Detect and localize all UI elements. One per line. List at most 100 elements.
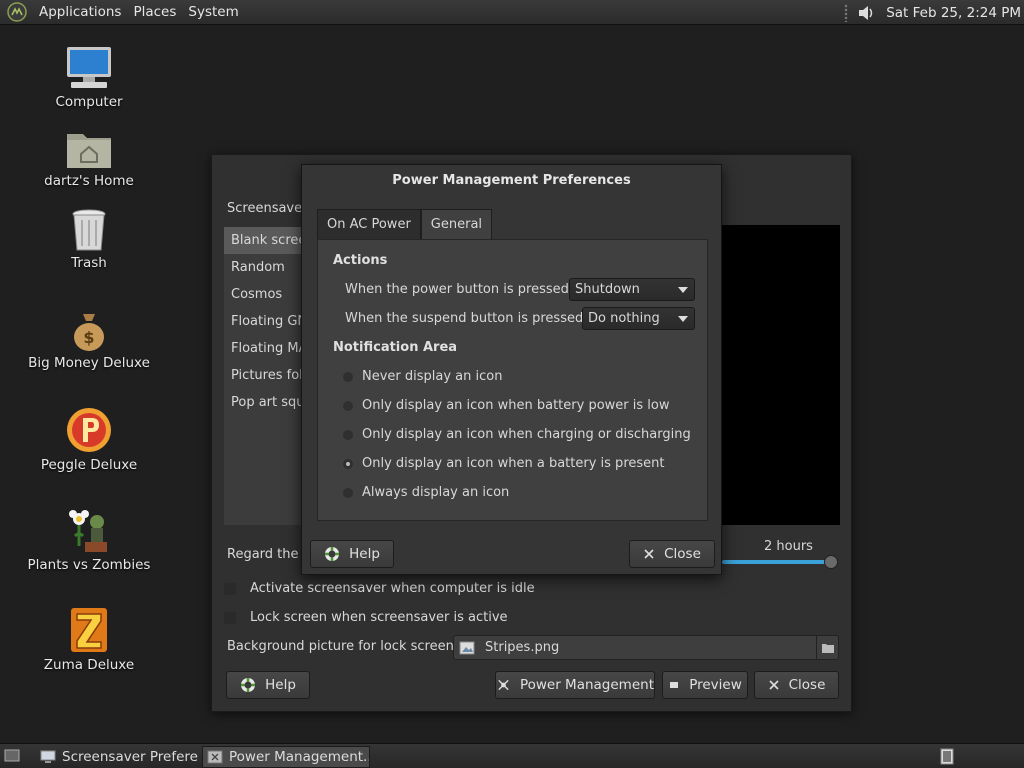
power-button-action-select[interactable]: Shutdown <box>569 278 695 301</box>
checkbox-box[interactable] <box>224 582 236 595</box>
suspend-button-action-select[interactable]: Do nothing <box>582 307 695 330</box>
screensaver-close-button[interactable]: Close <box>754 671 839 699</box>
radio-label: Always display an icon <box>362 485 510 500</box>
power-management-button[interactable]: Power Management <box>495 671 655 699</box>
notification-option-battery-present[interactable]: Only display an icon when a battery is p… <box>343 456 664 471</box>
dialog-title: Power Management Preferences <box>392 173 631 188</box>
top-panel: Applications Places System Sat Feb 25, 2… <box>0 0 1024 25</box>
mate-logo-icon[interactable] <box>7 2 27 22</box>
power-management-dialog: Power Management Preferences On AC Power… <box>301 164 722 575</box>
background-picture-chooser[interactable]: Stripes.png <box>453 635 839 660</box>
notification-option-never[interactable]: Never display an icon <box>343 369 502 384</box>
screensaver-help-button[interactable]: Help <box>226 671 310 699</box>
help-lifebuoy-icon <box>325 547 340 561</box>
background-picture-label: Background picture for lock screen: <box>227 639 459 654</box>
dropdown-arrow-icon <box>678 316 688 322</box>
desktop-icon-label: Computer <box>55 94 123 110</box>
open-file-button[interactable] <box>816 636 838 659</box>
button-label: Power Management <box>519 677 654 693</box>
theme-item[interactable]: Cosmos <box>224 281 304 308</box>
close-icon <box>644 549 654 559</box>
theme-item[interactable]: Floating GNOME <box>224 308 304 335</box>
plants-vs-zombies-icon <box>69 510 107 552</box>
money-bag-icon: $ <box>74 314 104 351</box>
task-label: Power Management... <box>229 749 370 765</box>
desktop-icon-plants-vs-zombies[interactable]: Plants vs Zombies <box>19 506 159 573</box>
dropdown-arrow-icon <box>678 287 688 293</box>
suspend-button-label: When the suspend button is pressed: <box>345 311 588 326</box>
radio-button[interactable] <box>343 371 353 382</box>
idle-delay-slider[interactable] <box>722 560 832 564</box>
bottom-panel: Screensaver Prefere... Power Management.… <box>0 743 1024 768</box>
task-power-management[interactable]: Power Management... <box>202 746 370 768</box>
preview-button[interactable]: Preview <box>662 671 748 699</box>
idle-delay-slider-handle[interactable] <box>824 555 838 569</box>
radio-label: Never display an icon <box>362 369 503 384</box>
svg-text:$: $ <box>83 328 94 347</box>
notification-option-always[interactable]: Always display an icon <box>343 485 509 500</box>
theme-item[interactable]: Pictures folder <box>224 362 304 389</box>
power-settings-icon <box>207 750 223 764</box>
theme-item[interactable]: Random <box>224 254 304 281</box>
desktop-icon-label: Big Money Deluxe <box>28 355 150 371</box>
screensaver-theme-list[interactable]: Blank screen Random Cosmos Floating GNOM… <box>224 227 304 525</box>
button-label: Close <box>664 546 701 562</box>
checkbox-label: Activate screensaver when computer is id… <box>250 581 535 596</box>
theme-item[interactable]: Pop art squares <box>224 389 304 416</box>
general-tab-panel: Actions When the power button is pressed… <box>317 239 708 521</box>
desktop-icon-label: dartz's Home <box>44 173 134 189</box>
task-screensaver-preferences[interactable]: Screensaver Prefere... <box>36 746 198 768</box>
select-value: Shutdown <box>575 282 640 297</box>
button-label: Help <box>265 677 296 693</box>
radio-label: Only display an icon when battery power … <box>362 398 670 413</box>
background-file-name: Stripes.png <box>485 640 560 655</box>
power-close-button[interactable]: Close <box>629 540 715 568</box>
checkbox-box[interactable] <box>224 611 236 624</box>
close-icon <box>769 680 779 690</box>
desktop-icon-zuma[interactable]: Zuma Deluxe <box>19 606 159 673</box>
idle-delay-value: 2 hours <box>764 539 813 554</box>
radio-button-selected[interactable] <box>343 458 353 469</box>
power-help-button[interactable]: Help <box>310 540 394 568</box>
panel-separator <box>844 3 849 22</box>
preview-icon <box>670 682 679 688</box>
desktop-icon-label: Peggle Deluxe <box>40 457 138 473</box>
lock-screen-checkbox[interactable]: Lock screen when screensaver is active <box>224 610 508 625</box>
notification-option-battery-low[interactable]: Only display an icon when battery power … <box>343 398 669 413</box>
tab-bar: On AC Power General <box>317 209 493 239</box>
power-settings-icon <box>498 679 509 691</box>
power-button-label: When the power button is pressed: <box>345 282 574 297</box>
screensaver-theme-heading: Screensaver <box>227 201 308 216</box>
tab-general[interactable]: General <box>420 209 493 239</box>
desktop-icon-computer[interactable]: Computer <box>19 45 159 110</box>
theme-item[interactable]: Blank screen <box>224 227 304 254</box>
volume-icon[interactable] <box>856 3 876 23</box>
applications-menu[interactable]: Applications <box>33 4 127 20</box>
radio-button[interactable] <box>343 400 353 411</box>
radio-label: Only display an icon when a battery is p… <box>362 456 665 471</box>
places-menu[interactable]: Places <box>127 4 182 20</box>
theme-item[interactable]: Floating MATE <box>224 335 304 362</box>
button-label: Close <box>788 677 826 693</box>
desktop-icon-home[interactable]: dartz's Home <box>19 128 159 189</box>
peggle-icon <box>67 408 111 452</box>
desktop-icon-peggle[interactable]: Peggle Deluxe <box>19 406 159 473</box>
workspace-switcher-icon[interactable] <box>940 748 954 765</box>
radio-button[interactable] <box>343 487 353 498</box>
notification-area-heading: Notification Area <box>333 340 458 355</box>
task-label: Screensaver Prefere... <box>62 749 198 765</box>
activate-screensaver-checkbox[interactable]: Activate screensaver when computer is id… <box>224 581 535 596</box>
desktop-icon-big-money[interactable]: $ Big Money Deluxe <box>19 308 159 371</box>
screensaver-preview <box>722 225 840 525</box>
zuma-icon <box>71 608 107 652</box>
computer-icon <box>67 47 111 88</box>
actions-heading: Actions <box>333 253 388 268</box>
radio-button[interactable] <box>343 429 353 440</box>
clock[interactable]: Sat Feb 25, 2:24 PM <box>886 5 1021 21</box>
desktop-icon-trash[interactable]: Trash <box>19 208 159 271</box>
trash-icon <box>72 209 106 251</box>
show-desktop-icon[interactable] <box>4 749 20 763</box>
system-menu[interactable]: System <box>182 4 244 20</box>
tab-on-ac-power[interactable]: On AC Power <box>317 209 421 239</box>
notification-option-charging[interactable]: Only display an icon when charging or di… <box>343 427 691 442</box>
